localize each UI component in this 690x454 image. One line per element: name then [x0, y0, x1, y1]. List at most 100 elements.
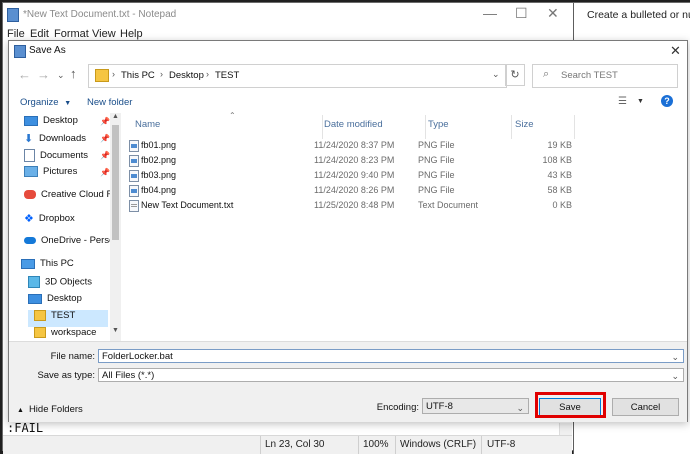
file-name: fb01.png [141, 140, 177, 150]
maximize-icon[interactable]: ☐ [515, 5, 528, 22]
file-name-value: FolderLocker.bat [102, 351, 173, 362]
nav-item-3d-objects[interactable]: 3D Objects [28, 276, 121, 293]
chevron-up-icon: ▲ [17, 407, 24, 414]
hide-folders-button[interactable]: ▲ Hide Folders [17, 404, 83, 415]
refresh-button[interactable]: ↻ [505, 64, 525, 86]
nav-item-onedrive[interactable]: OneDrive - Person [24, 235, 120, 252]
nav-item-test[interactable]: TEST [28, 310, 108, 327]
3d-objects-icon [28, 276, 40, 288]
breadcrumb-test[interactable]: TEST [215, 70, 239, 81]
file-list: ⌃ Name Date modified Type Size fb01.png … [127, 111, 686, 341]
pin-icon[interactable]: 📌 [100, 117, 110, 126]
back-arrow-icon[interactable]: ← [18, 67, 31, 82]
column-divider[interactable] [511, 115, 512, 139]
pin-icon[interactable]: 📌 [100, 168, 110, 177]
file-name: New Text Document.txt [141, 200, 234, 210]
file-row[interactable]: New Text Document.txt 11/25/2020 8:48 PM… [127, 198, 686, 213]
pin-icon[interactable]: 📌 [100, 134, 110, 143]
file-row[interactable]: fb01.png 11/24/2020 8:37 PM PNG File 19 … [127, 138, 686, 153]
background-document-text: Create a bulleted or num [587, 9, 690, 21]
menu-file[interactable]: File [7, 28, 25, 40]
file-row[interactable]: fb04.png 11/24/2020 8:26 PM PNG File 58 … [127, 183, 686, 198]
encoding-label: Encoding: [376, 402, 419, 413]
address-bar[interactable]: › This PC › Desktop › TEST ⌄ [88, 64, 507, 88]
notepad-title: *New Text Document.txt - Notepad [23, 9, 177, 20]
folder-icon [95, 69, 109, 82]
menu-view[interactable]: View [92, 28, 116, 40]
file-type: Text Document [418, 200, 479, 210]
documents-icon [24, 149, 35, 162]
file-date: 11/24/2020 8:37 PM [314, 140, 395, 150]
column-divider[interactable] [574, 115, 575, 139]
column-header-size[interactable]: Size [515, 119, 533, 130]
nav-item-desktop[interactable]: Desktop [28, 293, 121, 310]
column-divider[interactable] [322, 115, 323, 139]
view-options-icon[interactable]: ☰ [618, 96, 627, 107]
cancel-button[interactable]: Cancel [612, 398, 679, 416]
chevron-down-icon: ▼ [64, 100, 72, 107]
nav-item-workspace[interactable]: workspace [28, 327, 121, 341]
file-type: PNG File [418, 185, 455, 195]
organize-label: Organize [20, 97, 59, 108]
file-size: 43 KB [547, 170, 572, 180]
file-name-dropdown-chevron-icon[interactable]: ⌄ [671, 350, 679, 364]
file-row[interactable]: fb03.png 11/24/2020 9:40 PM PNG File 43 … [127, 168, 686, 183]
menu-help[interactable]: Help [120, 28, 143, 40]
dialog-title: Save As [29, 45, 66, 56]
breadcrumb-this-pc[interactable]: This PC [121, 70, 155, 81]
save-as-type-chevron-icon[interactable]: ⌄ [671, 369, 679, 383]
column-header-type[interactable]: Type [428, 119, 449, 130]
folder-icon [34, 327, 46, 338]
nav-item-creative-cloud[interactable]: Creative Cloud Fil [24, 189, 120, 206]
minimize-icon[interactable]: — [483, 5, 497, 21]
new-folder-button[interactable]: New folder [87, 97, 132, 108]
column-divider[interactable] [425, 115, 426, 139]
save-as-type-select[interactable]: All Files (*.*) ⌄ [98, 368, 684, 382]
notepad-text-area[interactable]: :FAIL [3, 421, 572, 435]
forward-arrow-icon[interactable]: → [37, 67, 50, 82]
nav-item-this-pc[interactable]: This PC [21, 258, 117, 275]
menu-format[interactable]: Format [54, 28, 89, 40]
menu-edit[interactable]: Edit [30, 28, 49, 40]
column-header-date[interactable]: Date modified [324, 119, 383, 130]
up-arrow-icon[interactable]: ↑ [70, 66, 77, 81]
encoding-select[interactable]: UTF-8 ⌄ [422, 398, 529, 414]
file-name: fb03.png [141, 170, 177, 180]
notepad-icon [7, 8, 19, 22]
recent-locations-chevron-icon[interactable]: ⌄ [57, 70, 65, 81]
statusbar-divider [481, 436, 482, 454]
breadcrumb-separator-icon: › [112, 69, 115, 79]
save-as-type-value: All Files (*.*) [102, 370, 155, 381]
save-as-icon [14, 45, 26, 58]
file-name: fb02.png [141, 155, 177, 165]
help-icon[interactable]: ? [661, 95, 673, 107]
address-dropdown-chevron-icon[interactable]: ⌄ [492, 69, 500, 80]
save-button-highlight [535, 392, 606, 418]
scroll-up-arrow-icon[interactable]: ▲ [112, 113, 119, 120]
scrollbar-thumb[interactable] [112, 125, 119, 240]
notepad-scrollbar[interactable] [559, 423, 572, 435]
statusbar-divider [395, 436, 396, 454]
organize-button[interactable]: Organize ▼ [20, 97, 71, 108]
png-file-icon [129, 170, 139, 182]
view-dropdown-chevron-icon[interactable]: ▼ [637, 98, 644, 105]
file-name-input[interactable]: FolderLocker.bat ⌄ [98, 349, 684, 363]
column-header-name[interactable]: Name [135, 119, 160, 130]
notepad-titlebar: *New Text Document.txt - Notepad — ☐ ✕ [3, 3, 572, 27]
scroll-down-arrow-icon[interactable]: ▼ [112, 327, 119, 334]
close-icon[interactable]: ✕ [547, 5, 559, 22]
encoding-chevron-icon[interactable]: ⌄ [516, 400, 524, 416]
navigation-scrollbar[interactable]: ▲ ▼ [110, 113, 121, 341]
file-name: fb04.png [141, 185, 177, 195]
hide-folders-label: Hide Folders [28, 404, 83, 415]
save-as-type-label: Save as type: [37, 370, 95, 381]
file-row[interactable]: fb02.png 11/24/2020 8:23 PM PNG File 108… [127, 153, 686, 168]
dialog-close-icon[interactable]: ✕ [670, 43, 681, 59]
pin-icon[interactable]: 📌 [100, 151, 110, 160]
breadcrumb-desktop[interactable]: Desktop [169, 70, 204, 81]
png-file-icon [129, 155, 139, 167]
nav-item-dropbox[interactable]: ❖ Dropbox [24, 212, 120, 229]
search-input[interactable]: ⌕ Search TEST [532, 64, 678, 88]
desktop-icon [24, 115, 38, 126]
sort-chevron-up-icon: ⌃ [229, 111, 236, 120]
